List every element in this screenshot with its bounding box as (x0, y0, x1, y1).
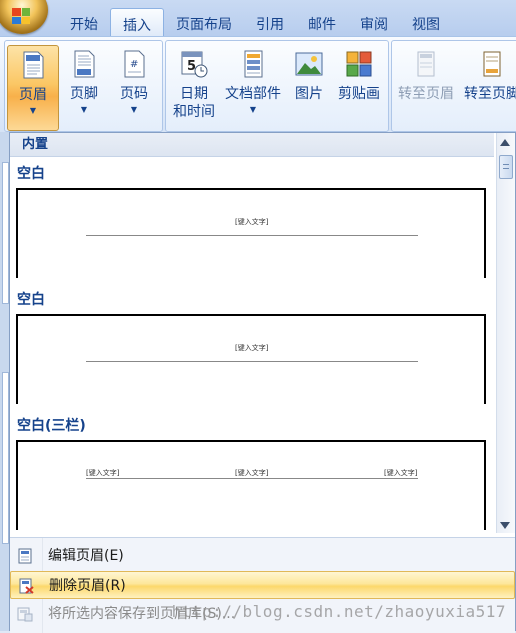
footer-button-label: 页脚 (70, 86, 98, 102)
quick-parts-label: 文档部件 (225, 86, 281, 102)
save-to-gallery-icon (17, 607, 33, 622)
tab-references[interactable]: 引用 (244, 10, 296, 39)
watermark-url: http://blog.csdn.net/zhaoyuxia517 (171, 602, 506, 621)
scroll-thumb[interactable] (499, 155, 513, 179)
gallery-section-header: 内置 (10, 133, 494, 157)
quick-parts-icon (244, 50, 263, 78)
tab-mailings[interactable]: 邮件 (296, 10, 348, 39)
chevron-down-icon: ▼ (80, 105, 88, 114)
placeholder-text-right: [键入文字] (384, 469, 418, 477)
header-button-label: 页眉 (19, 87, 47, 103)
edit-header-menu-item[interactable]: 编辑页眉(E) (10, 542, 515, 570)
placeholder-text-left: [键入文字] (86, 469, 120, 477)
ribbon-tab-strip: 开始 插入 页面布局 引用 邮件 审阅 视图 (0, 0, 516, 39)
gallery-item-blank[interactable]: [键入文字] (16, 188, 486, 278)
chevron-down-icon: ▼ (29, 106, 37, 115)
ribbon: 页眉 ▼ 页脚 ▼ # 页码 ▼ 5 日期 和时间 文档部件 ▼ 图片 剪贴画 … (0, 36, 516, 134)
gallery-item-label: 空白 (17, 292, 45, 308)
placeholder-text: [键入文字] (235, 218, 269, 226)
header-rule (86, 478, 418, 479)
clip-art-label: 剪贴画 (338, 86, 380, 102)
date-time-label-line2: 和时间 (173, 104, 215, 120)
calendar-clock-icon: 5 (181, 51, 208, 78)
goto-header-button[interactable]: 转至页眉 (394, 45, 458, 129)
goto-header-label: 转至页眉 (398, 86, 454, 102)
page-number-button-label: 页码 (120, 86, 148, 102)
tab-page-layout[interactable]: 页面布局 (164, 10, 244, 39)
vertical-ruler-lower (2, 372, 9, 544)
picture-button[interactable]: 图片 (286, 45, 332, 129)
goto-footer-label: 转至页脚 (464, 86, 516, 102)
footer-icon (74, 50, 95, 78)
header-footer-group: 页眉 ▼ 页脚 ▼ # 页码 ▼ (4, 40, 163, 132)
clip-art-icon (346, 51, 372, 77)
office-logo-icon (12, 8, 30, 24)
edit-header-label: 编辑页眉(E) (48, 548, 124, 564)
navigation-group: 转至页眉 转至页脚 (391, 40, 516, 132)
tab-insert[interactable]: 插入 (110, 8, 164, 39)
picture-label: 图片 (295, 86, 323, 102)
svg-text:#: # (130, 59, 138, 70)
picture-icon (295, 52, 323, 76)
goto-header-icon (417, 51, 435, 77)
scroll-up-icon[interactable] (500, 139, 510, 146)
office-button[interactable] (0, 0, 48, 34)
date-time-button[interactable]: 5 日期 和时间 (168, 45, 220, 129)
gallery-item-blank-2[interactable]: [键入文字] (16, 314, 486, 404)
chevron-down-icon: ▼ (249, 105, 257, 114)
tab-view[interactable]: 视图 (400, 10, 452, 39)
remove-header-icon (19, 578, 34, 594)
quick-parts-button[interactable]: 文档部件 ▼ (222, 45, 284, 129)
header-dropdown: 内置 空白 [键入文字] 空白 [键入文字] 空白(三栏) [键入文字] [键入… (9, 132, 516, 633)
placeholder-text-center: [键入文字] (235, 469, 269, 477)
text-group: 5 日期 和时间 文档部件 ▼ 图片 剪贴画 (165, 40, 389, 132)
header-rule (86, 235, 418, 236)
header-icon (23, 51, 44, 79)
header-button[interactable]: 页眉 ▼ (7, 45, 59, 131)
gallery-scrollbar[interactable] (496, 133, 515, 533)
footer-button[interactable]: 页脚 ▼ (59, 45, 109, 129)
date-time-label-line1: 日期 (180, 86, 208, 102)
page-number-icon: # (124, 50, 145, 78)
tab-review[interactable]: 审阅 (348, 10, 400, 39)
gallery-item-label: 空白 (17, 166, 45, 182)
clip-art-button[interactable]: 剪贴画 (334, 45, 384, 129)
vertical-ruler (2, 162, 9, 304)
placeholder-text: [键入文字] (235, 344, 269, 352)
gallery-item-blank-three-column[interactable]: [键入文字] [键入文字] [键入文字] (16, 440, 486, 530)
goto-footer-icon (483, 51, 501, 77)
goto-footer-button[interactable]: 转至页脚 (460, 45, 516, 129)
scroll-down-icon[interactable] (500, 522, 510, 529)
gallery-item-label: 空白(三栏) (17, 418, 86, 434)
edit-header-icon (18, 548, 32, 564)
header-gallery: 空白 [键入文字] 空白 [键入文字] 空白(三栏) [键入文字] [键入文字]… (10, 157, 498, 541)
chevron-down-icon: ▼ (130, 105, 138, 114)
header-rule (86, 361, 418, 362)
tab-home[interactable]: 开始 (58, 10, 110, 39)
remove-header-menu-item[interactable]: 删除页眉(R) (10, 571, 515, 599)
remove-header-label: 删除页眉(R) (49, 578, 126, 594)
page-number-button[interactable]: # 页码 ▼ (109, 45, 159, 129)
